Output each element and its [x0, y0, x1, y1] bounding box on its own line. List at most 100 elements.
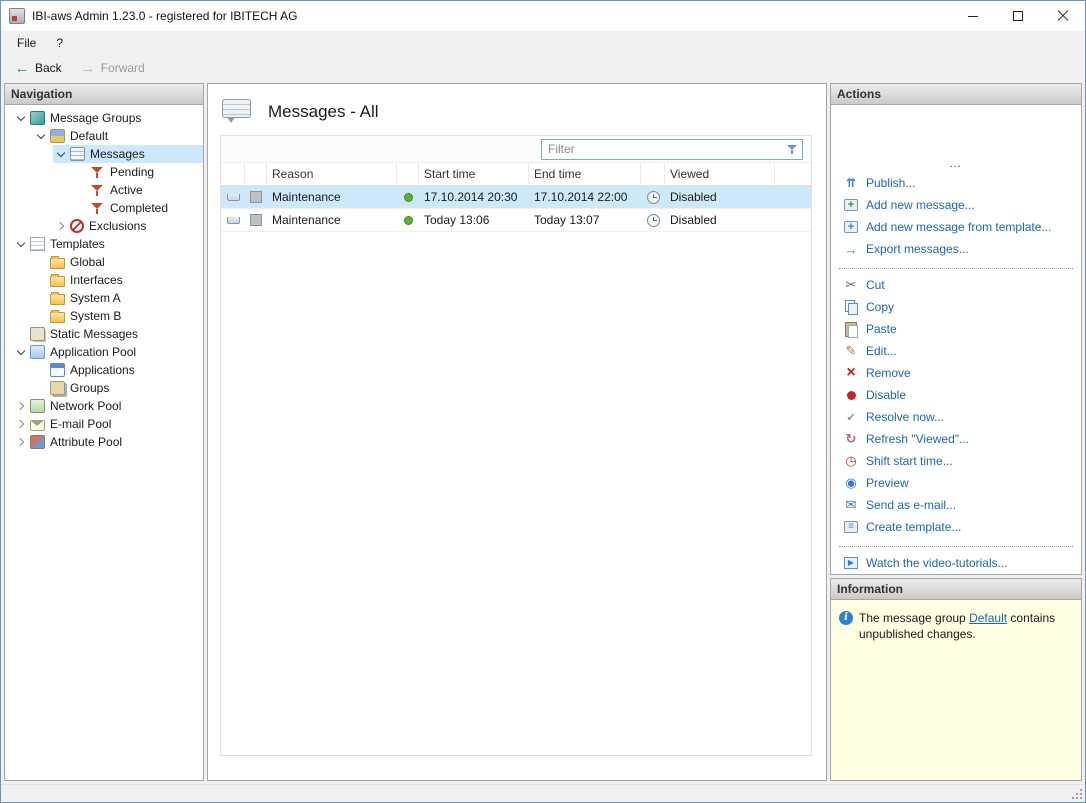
tree-item[interactable]: System A [33, 289, 203, 307]
action-label: Refresh "Viewed"... [866, 432, 970, 446]
tree-expander-icon[interactable] [33, 254, 49, 270]
tree-expander-icon[interactable] [13, 434, 29, 450]
minimize-button[interactable] [950, 1, 995, 31]
tree-item[interactable]: Templates [13, 235, 203, 253]
column-header-reason[interactable]: Reason [267, 163, 397, 186]
action-item[interactable]: Create template... [831, 516, 1081, 538]
action-item[interactable]: Cut [831, 274, 1081, 296]
action-item[interactable]: Disable [831, 384, 1081, 406]
info-icon: i [839, 611, 853, 625]
title-bar: IBI-aws Admin 1.23.0 - registered for IB… [1, 1, 1085, 31]
action-item[interactable]: Export messages... [831, 238, 1081, 260]
action-label: Add new message... [866, 198, 975, 212]
tree-expander-icon[interactable] [53, 146, 69, 162]
preview-icon [843, 475, 859, 491]
tree-expander-icon[interactable] [13, 398, 29, 414]
back-button[interactable]: Back [5, 57, 71, 79]
tree-item[interactable]: Application Pool [13, 343, 203, 361]
tree-item-label: Message Groups [50, 111, 142, 125]
tree-item-label: Default [70, 129, 109, 143]
menu-help[interactable]: ? [46, 33, 73, 53]
tree-item-label: Interfaces [70, 273, 123, 287]
tree-item[interactable]: Applications [33, 361, 203, 379]
default-group-icon [50, 129, 65, 143]
action-label: Remove [866, 366, 911, 380]
filter-input[interactable] [541, 138, 803, 160]
tree-item[interactable]: Attribute Pool [13, 433, 203, 451]
tree-item[interactable]: Default [33, 127, 203, 145]
action-item[interactable]: Remove [831, 362, 1081, 384]
viewed-clock-icon [646, 190, 660, 204]
category-color-icon [250, 214, 262, 226]
action-item[interactable] [839, 260, 1073, 269]
filter-row [221, 136, 811, 163]
action-label: Paste [866, 322, 897, 336]
column-header-start-time[interactable]: Start time [419, 163, 529, 186]
action-item[interactable]: Copy [831, 296, 1081, 318]
tree-item[interactable]: Completed [73, 199, 203, 217]
tree-item[interactable]: Pending [73, 163, 203, 181]
shift-start-icon [843, 453, 859, 469]
tree-item[interactable]: Message Groups [13, 109, 203, 127]
tree-item[interactable]: System B [33, 307, 203, 325]
tree-item[interactable]: Interfaces [33, 271, 203, 289]
message-bubble-icon [226, 216, 240, 224]
publish-icon [843, 175, 859, 191]
action-item[interactable]: Paste [831, 318, 1081, 340]
default-group-link[interactable]: Default [969, 611, 1007, 625]
tree-expander-icon[interactable] [13, 110, 29, 126]
tree-item[interactable]: Static Messages [13, 325, 203, 343]
action-item[interactable]: Resolve now... [831, 406, 1081, 428]
tree-item[interactable]: Network Pool [13, 397, 203, 415]
tree-expander-icon[interactable] [33, 362, 49, 378]
tree-expander-icon[interactable] [73, 182, 89, 198]
tree-expander-icon[interactable] [33, 290, 49, 306]
menu-bar: File ? [1, 31, 1085, 55]
actions-overflow-indicator[interactable]: … [831, 156, 1081, 172]
forward-button[interactable]: Forward [71, 57, 154, 79]
tree-item[interactable]: Messages [53, 145, 203, 163]
action-item[interactable]: Watch the video-tutorials... [831, 552, 1081, 574]
applications-icon [50, 363, 65, 377]
action-item[interactable]: Add new message... [831, 194, 1081, 216]
tree-expander-icon[interactable] [73, 164, 89, 180]
tree-expander-icon[interactable] [13, 236, 29, 252]
close-button[interactable] [1040, 1, 1085, 31]
tree-item[interactable]: Exclusions [53, 217, 203, 235]
video-tutorials-icon [844, 557, 858, 569]
tree-expander-icon[interactable] [73, 200, 89, 216]
tree-item[interactable]: Groups [33, 379, 203, 397]
action-item[interactable]: Publish... [831, 172, 1081, 194]
tree-expander-icon[interactable] [33, 380, 49, 396]
action-item[interactable]: Send as e-mail... [831, 494, 1081, 516]
tree-item[interactable]: Active [73, 181, 203, 199]
action-item[interactable]: Refresh "Viewed"... [831, 428, 1081, 450]
table-row[interactable]: Maintenance 17.10.2014 20:30 17.10.2014 … [221, 186, 811, 209]
menu-file[interactable]: File [7, 33, 46, 53]
action-item[interactable]: Add new message from template... [831, 216, 1081, 238]
tree-expander-icon[interactable] [33, 272, 49, 288]
tree-expander-icon[interactable] [13, 416, 29, 432]
tree-item[interactable]: E-mail Pool [13, 415, 203, 433]
action-item[interactable]: Shift start time... [831, 450, 1081, 472]
action-item[interactable]: Preview [831, 472, 1081, 494]
maximize-button[interactable] [995, 1, 1040, 31]
table-row[interactable]: Maintenance Today 13:06 Today 13:07 Disa… [221, 209, 811, 232]
tree-expander-icon[interactable] [33, 308, 49, 324]
column-header-end-time[interactable]: End time [529, 163, 641, 186]
tree-expander-icon[interactable] [53, 218, 69, 234]
information-panel-header: Information [831, 579, 1081, 600]
action-item[interactable]: Edit... [831, 340, 1081, 362]
column-header-viewed[interactable]: Viewed [665, 163, 775, 186]
tree-item[interactable]: Global [33, 253, 203, 271]
tree-expander-icon[interactable] [13, 344, 29, 360]
tree-expander-icon[interactable] [33, 128, 49, 144]
right-column: Actions … Publish... Add new message... [830, 83, 1082, 781]
end-time-cell: Today 13:07 [534, 213, 600, 227]
resize-grip[interactable] [1070, 787, 1083, 800]
tree-item-label: System B [70, 309, 122, 323]
action-item[interactable] [839, 538, 1073, 547]
tree-expander-icon[interactable] [13, 326, 29, 342]
messages-node-icon [70, 147, 85, 161]
actions-panel-header: Actions [831, 84, 1081, 105]
